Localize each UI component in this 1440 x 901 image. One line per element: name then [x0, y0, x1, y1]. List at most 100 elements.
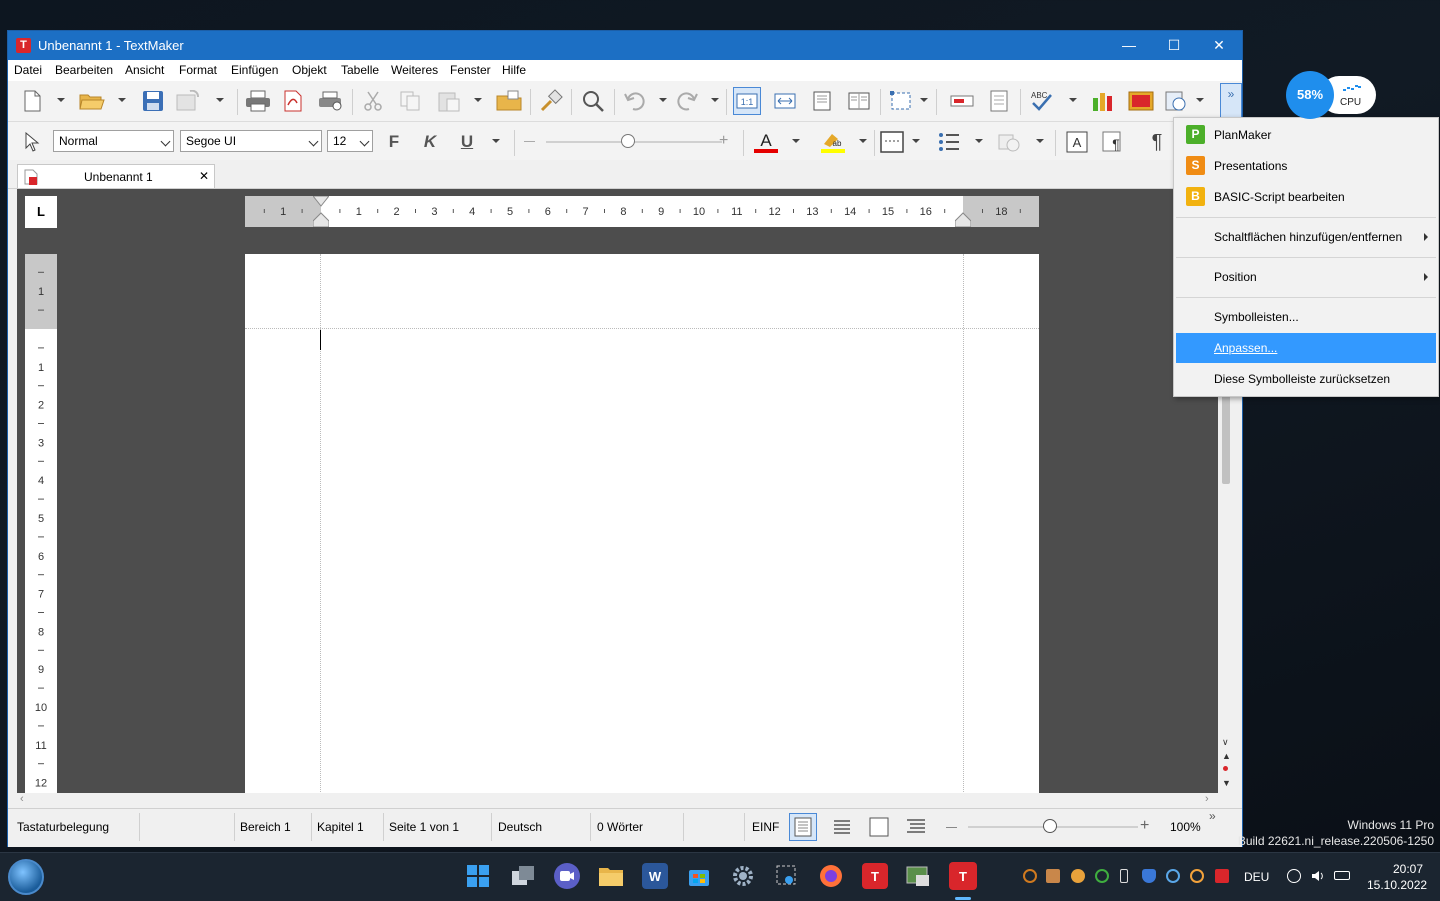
- underline-dropdown-icon[interactable]: [492, 139, 500, 143]
- insert-object-icon[interactable]: [1162, 87, 1190, 115]
- file-explorer-icon[interactable]: [598, 863, 624, 889]
- print-icon[interactable]: [244, 87, 272, 115]
- previous-page-icon[interactable]: ▲: [1222, 751, 1231, 761]
- save-icon[interactable]: [139, 87, 167, 115]
- tray-network-app-icon[interactable]: [1166, 869, 1180, 883]
- database-icon[interactable]: [1127, 87, 1155, 115]
- view-page-icon[interactable]: [789, 813, 817, 841]
- frame-dropdown-icon[interactable]: [920, 98, 928, 102]
- menu-item-add-remove-buttons[interactable]: Schaltflächen hinzufügen/entfernen: [1176, 222, 1436, 252]
- status-insert-mode[interactable]: EINF: [752, 820, 779, 834]
- actual-size-icon[interactable]: 1:1: [733, 87, 761, 115]
- tray-app-2-icon[interactable]: [1046, 869, 1060, 883]
- title-bar[interactable]: T Unbenannt 1 - TextMaker — ☐ ✕: [8, 31, 1242, 60]
- windows-start-icon[interactable]: [465, 863, 491, 889]
- usb-device-icon[interactable]: [1120, 869, 1128, 883]
- print-preview-icon[interactable]: [317, 87, 345, 115]
- status-zoom-level[interactable]: 100%: [1170, 820, 1201, 834]
- task-view-icon[interactable]: [510, 863, 536, 889]
- menu-item-planmaker[interactable]: P PlanMaker: [1176, 120, 1436, 150]
- page-width-icon[interactable]: [771, 87, 799, 115]
- tray-app-1-icon[interactable]: [1023, 869, 1037, 883]
- menu-hilfe[interactable]: Hilfe: [502, 63, 526, 77]
- menu-item-position[interactable]: Position: [1176, 262, 1436, 292]
- left-indent-marker[interactable]: [311, 195, 331, 228]
- tab-stop-type-button[interactable]: L: [25, 196, 57, 228]
- paragraph-format-icon[interactable]: ¶: [1100, 128, 1128, 156]
- tray-app-3-icon[interactable]: [1071, 869, 1085, 883]
- menu-einfuegen[interactable]: Einfügen: [231, 63, 278, 77]
- two-pages-icon[interactable]: [845, 87, 873, 115]
- menu-item-presentations[interactable]: S Presentations: [1176, 151, 1436, 181]
- open-dropdown-icon[interactable]: [118, 98, 126, 102]
- textmaker-app-icon[interactable]: T: [16, 38, 31, 53]
- word-icon[interactable]: W: [642, 863, 668, 889]
- status-overflow-chevron-icon[interactable]: »: [1209, 809, 1216, 823]
- status-keyboard-layout[interactable]: Tastaturbelegung: [17, 820, 109, 834]
- search-icon[interactable]: [579, 87, 607, 115]
- document-tab[interactable]: Unbenannt 1 ✕: [17, 164, 215, 188]
- borders-dropdown-icon[interactable]: [912, 139, 920, 143]
- classic-start-orb-icon[interactable]: [8, 859, 44, 895]
- minimize-button[interactable]: —: [1106, 31, 1152, 60]
- object-dropdown-icon[interactable]: [1196, 98, 1204, 102]
- menu-item-toolbars[interactable]: Symbolleisten...: [1176, 302, 1436, 332]
- insert-field-icon[interactable]: [948, 87, 976, 115]
- teams-chat-icon[interactable]: [554, 863, 580, 889]
- close-button[interactable]: ✕: [1196, 31, 1242, 60]
- italic-button[interactable]: K: [416, 128, 444, 156]
- view-master-page-icon[interactable]: [865, 813, 893, 841]
- defender-shield-icon[interactable]: [1142, 869, 1156, 883]
- right-indent-marker[interactable]: [954, 210, 972, 228]
- tray-app-red-icon[interactable]: [1215, 869, 1229, 883]
- export-pdf-icon[interactable]: [279, 87, 307, 115]
- paragraph-style-select[interactable]: Normal: [53, 130, 174, 152]
- status-zoom-slider-thumb[interactable]: [1043, 819, 1057, 833]
- format-painter-icon[interactable]: [537, 87, 565, 115]
- list-dropdown-icon[interactable]: [975, 139, 983, 143]
- vertical-ruler[interactable]: 1 1 2 3 4 5 6 7 8 9 10 11 12: [25, 254, 57, 793]
- taskbar-clock-date[interactable]: 15.10.2022: [1367, 878, 1427, 892]
- show-formatting-marks-icon[interactable]: ¶: [1143, 128, 1171, 156]
- insert-chart-icon[interactable]: [1090, 87, 1118, 115]
- horizontal-ruler[interactable]: 1 1 2 3 4 5 6 7 8 9 10 11 12 13 14 15 16 18: [245, 195, 1039, 228]
- font-size-select[interactable]: 12: [327, 130, 373, 152]
- textmaker-taskbar-icon[interactable]: T: [862, 863, 888, 889]
- taskbar-clock-time[interactable]: 20:07: [1393, 862, 1423, 876]
- network-globe-icon[interactable]: [1287, 869, 1301, 883]
- snipping-tool-icon[interactable]: [774, 863, 800, 889]
- battery-icon[interactable]: [1334, 871, 1350, 880]
- textmaker-active-taskbar-icon[interactable]: T: [949, 862, 977, 890]
- character-spacing-slider[interactable]: [546, 134, 722, 148]
- scroll-right-arrow-icon[interactable]: ›: [1205, 793, 1209, 805]
- menu-bearbeiten[interactable]: Bearbeiten: [55, 63, 113, 77]
- underline-button[interactable]: U: [453, 128, 481, 156]
- menu-fenster[interactable]: Fenster: [450, 63, 491, 77]
- paste-special-icon[interactable]: [495, 87, 523, 115]
- character-spacing-slider-thumb[interactable]: [621, 134, 635, 148]
- document-page[interactable]: [245, 254, 1039, 793]
- volume-icon[interactable]: [1311, 869, 1325, 883]
- scroll-down-arrow-icon[interactable]: ∨: [1222, 737, 1229, 748]
- settings-gear-icon[interactable]: [730, 863, 756, 889]
- font-color-dropdown-icon[interactable]: [792, 139, 800, 143]
- menu-item-reset-toolbar[interactable]: Diese Symbolleiste zurücksetzen: [1176, 364, 1436, 394]
- view-outline-icon[interactable]: [902, 813, 930, 841]
- microsoft-store-icon[interactable]: [686, 863, 712, 889]
- menu-weiteres[interactable]: Weiteres: [391, 63, 438, 77]
- tray-app-4-icon[interactable]: [1095, 869, 1109, 883]
- menu-tabelle[interactable]: Tabelle: [341, 63, 379, 77]
- font-family-select[interactable]: Segoe UI: [180, 130, 322, 152]
- status-zoom-in-icon[interactable]: +: [1140, 817, 1149, 835]
- cpu-usage-widget[interactable]: 58% CPU: [1286, 71, 1376, 119]
- next-page-icon[interactable]: ▼: [1222, 778, 1231, 788]
- spellcheck-icon[interactable]: ABC: [1028, 87, 1056, 115]
- font-color-icon[interactable]: A: [752, 128, 780, 156]
- document-tab-close-icon[interactable]: ✕: [199, 169, 209, 183]
- firefox-icon[interactable]: [818, 863, 844, 889]
- scroll-left-arrow-icon[interactable]: ‹: [20, 793, 24, 805]
- select-pointer-icon[interactable]: [18, 128, 46, 156]
- highlight-dropdown-icon[interactable]: [859, 139, 867, 143]
- status-language[interactable]: Deutsch: [498, 820, 542, 834]
- status-zoom-out-icon[interactable]: [946, 827, 957, 828]
